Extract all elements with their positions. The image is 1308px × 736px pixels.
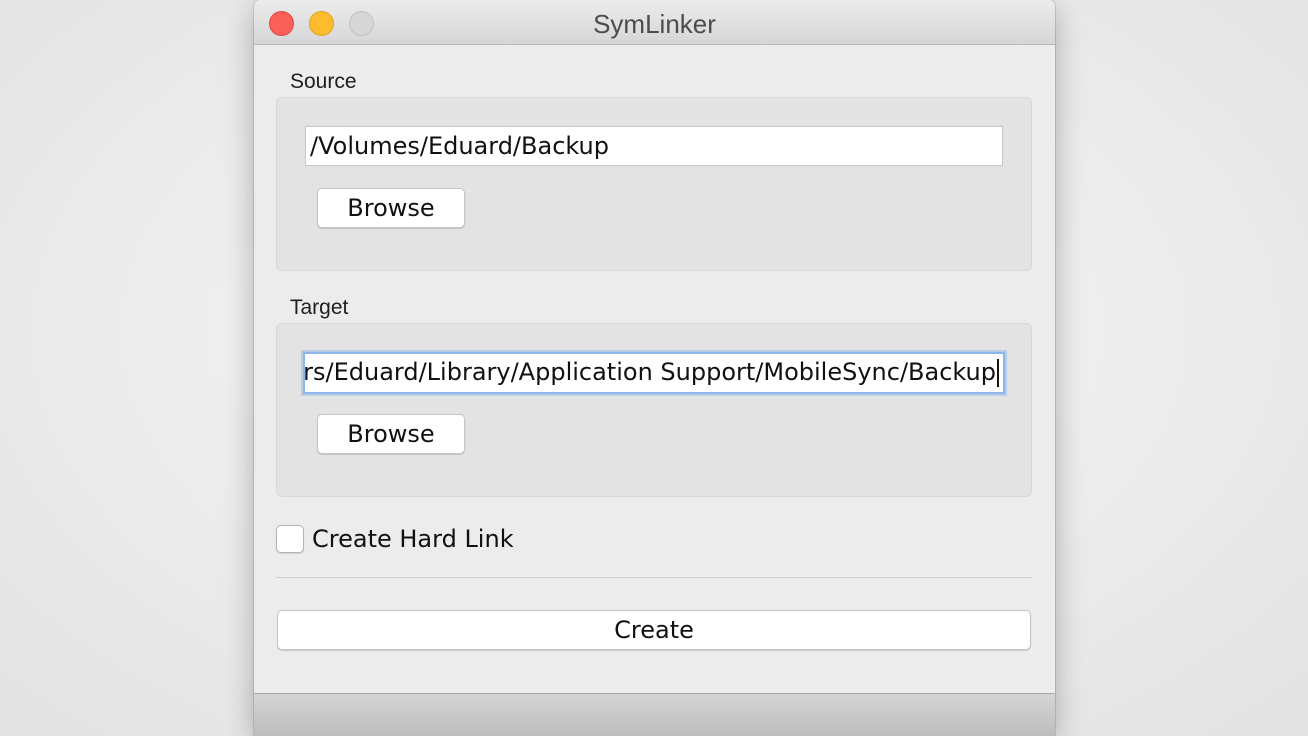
target-group: /Users/Eduard/Library/Application Suppor… xyxy=(276,323,1032,497)
hard-link-label[interactable]: Create Hard Link xyxy=(312,525,514,553)
hard-link-checkbox[interactable] xyxy=(276,525,304,553)
create-button[interactable]: Create xyxy=(277,610,1031,650)
window-title: SymLinker xyxy=(593,9,716,39)
target-path-input[interactable]: /Users/Eduard/Library/Application Suppor… xyxy=(303,352,1005,394)
symlinker-window: SymLinker Source /Volumes/Eduard/Backup … xyxy=(254,0,1055,736)
hard-link-option[interactable]: Create Hard Link xyxy=(276,523,514,555)
target-browse-button[interactable]: Browse xyxy=(317,414,465,454)
window-bottom-bar xyxy=(254,693,1055,736)
target-path-text: /Users/Eduard/Library/Application Suppor… xyxy=(305,358,999,387)
source-label: Source xyxy=(290,70,357,93)
source-group: /Volumes/Eduard/Backup Browse xyxy=(276,97,1032,271)
source-browse-button[interactable]: Browse xyxy=(317,188,465,228)
source-path-input[interactable]: /Volumes/Eduard/Backup xyxy=(305,126,1003,166)
text-caret xyxy=(997,359,999,387)
title-bar[interactable]: SymLinker xyxy=(254,0,1055,45)
divider xyxy=(276,577,1032,578)
target-label: Target xyxy=(290,296,349,319)
source-path-text: /Volumes/Eduard/Backup xyxy=(310,132,609,160)
